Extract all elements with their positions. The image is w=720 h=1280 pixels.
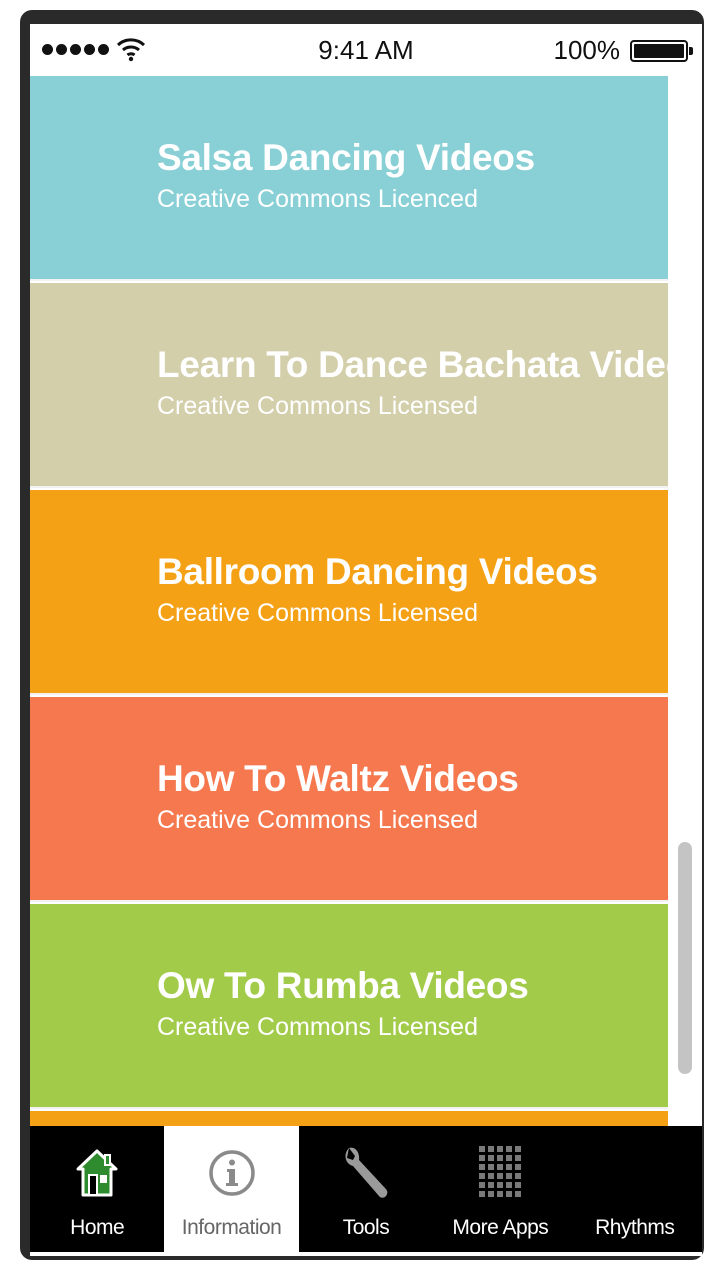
list-item-subtitle: Creative Commons Licensed — [157, 806, 478, 834]
list-item-subtitle: Creative Commons Licenced — [157, 185, 478, 213]
list-item-title: How To Waltz Videos — [157, 758, 519, 799]
tab-rhythms[interactable]: Rhythms — [568, 1126, 702, 1252]
battery-full-icon — [630, 40, 693, 62]
video-category-list[interactable]: Salsa Dancing Videos Creative Commons Li… — [30, 76, 668, 1126]
tab-label: Tools — [342, 1216, 390, 1239]
list-item-title: Learn To Dance Bachata Videos — [157, 344, 668, 385]
tab-label: Rhythms — [595, 1216, 675, 1239]
grid-icon — [433, 1140, 567, 1206]
list-item-title: Ballroom Dancing Videos — [157, 551, 598, 592]
list-item-salsa[interactable]: Salsa Dancing Videos Creative Commons Li… — [30, 76, 668, 281]
tab-label: Information — [181, 1216, 282, 1239]
tab-bar: Home Information Tools More Apps Rhythms — [30, 1126, 702, 1252]
list-item-subtitle: Creative Commons Licensed — [157, 1013, 478, 1041]
list-item-bachata[interactable]: Learn To Dance Bachata Videos Creative C… — [30, 283, 668, 488]
scrollbar[interactable] — [678, 842, 692, 1074]
battery-percent: 100% — [553, 35, 621, 65]
status-bar: 9:41 AM 100% — [30, 24, 702, 76]
list-item-title: Ow To Rumba Videos — [157, 965, 529, 1006]
list-item-waltz[interactable]: How To Waltz Videos Creative Commons Lic… — [30, 697, 668, 902]
info-icon — [164, 1140, 298, 1206]
tab-tools[interactable]: Tools — [299, 1126, 433, 1252]
list-item-title: Salsa Dancing Videos — [157, 137, 535, 178]
list-item-ballroom[interactable]: Ballroom Dancing Videos Creative Commons… — [30, 490, 668, 695]
list-item-partial[interactable] — [30, 1111, 668, 1126]
wrench-icon — [299, 1140, 433, 1206]
tab-more-apps[interactable]: More Apps — [433, 1126, 567, 1252]
app-screen: 9:41 AM 100% Salsa Dancing Videos Creati… — [30, 24, 702, 1256]
list-item-rumba[interactable]: Ow To Rumba Videos Creative Commons Lice… — [30, 904, 668, 1109]
list-item-subtitle: Creative Commons Licensed — [157, 392, 478, 420]
home-icon — [30, 1140, 164, 1206]
tab-label: More Apps — [452, 1216, 549, 1239]
tab-label: Home — [70, 1216, 125, 1239]
list-item-subtitle: Creative Commons Licensed — [157, 599, 478, 627]
tab-information[interactable]: Information — [164, 1126, 299, 1252]
tab-home[interactable]: Home — [30, 1126, 164, 1252]
